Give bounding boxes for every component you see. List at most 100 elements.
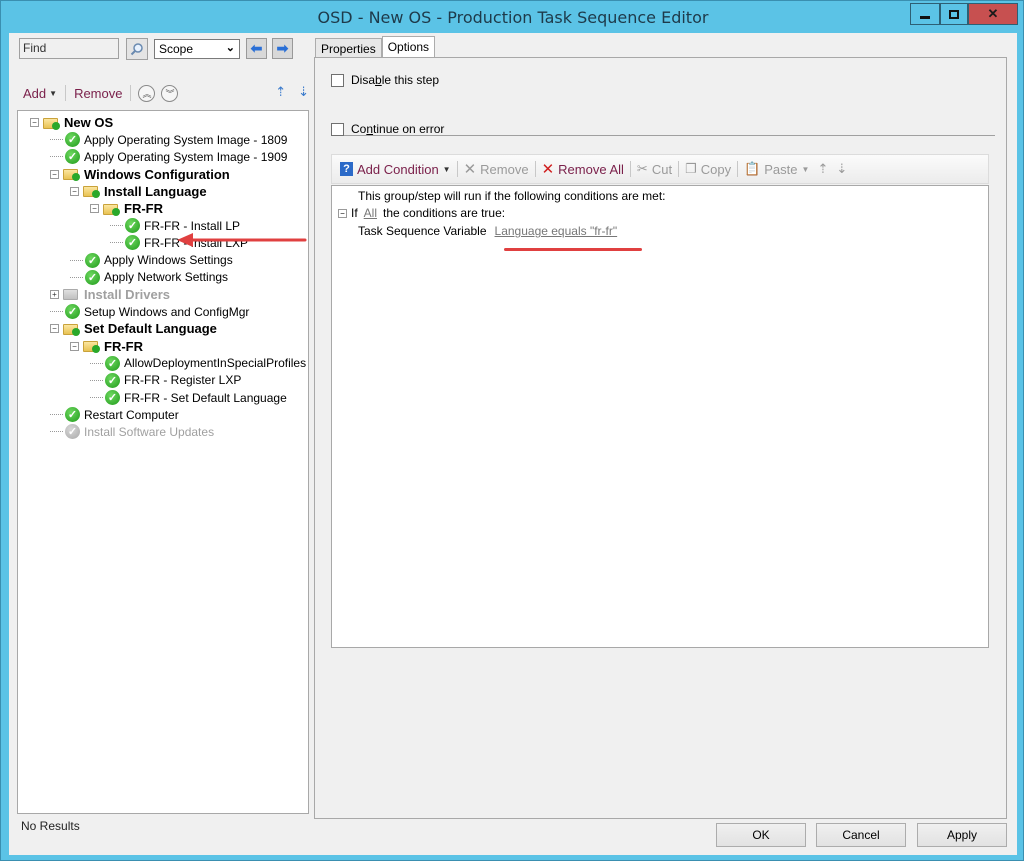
tree-group[interactable]: − Set Default Language (18, 320, 308, 337)
tree-step[interactable]: ✓ Apply Network Settings (18, 269, 308, 286)
checkmark-icon: ✓ (65, 424, 80, 440)
separator (534, 161, 536, 177)
tree-step[interactable]: ✓ FR-FR - Register LXP (18, 372, 308, 389)
condition-link[interactable]: Language equals "fr-fr" (495, 224, 618, 238)
tree-step[interactable]: ✓ Apply Operating System Image - 1909 (18, 148, 308, 165)
collapse-icon[interactable]: − (70, 186, 79, 196)
collapse-icon[interactable]: − (90, 204, 99, 214)
tree-step[interactable]: ✓ FR-FR - Set Default Language (18, 389, 308, 406)
continue-on-error-checkbox[interactable] (331, 122, 344, 136)
collapse-conditions-icon[interactable]: ⇡ (813, 161, 832, 177)
folder-icon (63, 287, 80, 301)
tree-group[interactable]: − Windows Configuration (18, 166, 308, 183)
conditions-intro: This group/step will run if the followin… (358, 189, 666, 203)
tab-strip: Properties Options (315, 36, 436, 59)
ok-button[interactable]: OK (716, 823, 806, 847)
navigate-forward-button[interactable]: ➡ (272, 38, 293, 59)
checkmark-icon: ✓ (125, 235, 140, 251)
tree-connector (110, 225, 123, 227)
tab-properties[interactable]: Properties (315, 38, 382, 58)
collapse-icon[interactable]: − (30, 118, 39, 128)
tree-step[interactable]: ✓ Setup Windows and ConfigMgr (18, 303, 308, 320)
scope-dropdown[interactable]: Scope ⌄ (154, 39, 240, 59)
tree-group[interactable]: − FR-FR (18, 200, 308, 217)
minimize-button[interactable] (910, 3, 940, 25)
continue-on-error-option[interactable]: Continue on error (331, 122, 444, 136)
tree-group[interactable]: − New OS (18, 114, 308, 131)
dropdown-arrow-icon: ▼ (442, 164, 451, 174)
remove-all-button[interactable]: ✕ Remove All (538, 160, 628, 178)
dropdown-arrow-icon: ▼ (801, 164, 810, 174)
tree-group[interactable]: − FR-FR (18, 337, 308, 354)
remove-button[interactable]: Remove (70, 86, 126, 101)
clipboard-icon: 📋 (744, 161, 761, 176)
tree-item-label: Apply Operating System Image - 1909 (84, 149, 288, 164)
options-panel: Disable this step Continue on error ? Ad… (314, 57, 1007, 819)
add-menu-button[interactable]: Add ▼ (19, 86, 61, 101)
tree-step[interactable]: ✓ Restart Computer (18, 406, 308, 423)
checkmark-icon: ✓ (65, 407, 80, 423)
condition-item-row[interactable]: Task Sequence Variable Language equals "… (358, 224, 617, 238)
tree-connector (50, 414, 63, 416)
disable-step-checkbox[interactable] (331, 73, 344, 87)
task-sequence-tree[interactable]: − New OS ✓ Apply Operating System Image - 1… (17, 110, 309, 814)
folder-icon (83, 339, 100, 354)
if-label: If (351, 206, 358, 220)
cancel-button[interactable]: Cancel (816, 823, 906, 847)
arrow-right-icon: ➡ (276, 40, 289, 56)
tree-group[interactable]: + Install Drivers (18, 286, 308, 303)
tree-item-label: Apply Operating System Image - 1809 (84, 132, 288, 147)
collapse-icon[interactable]: − (50, 324, 59, 334)
tab-options[interactable]: Options (381, 36, 436, 59)
tree-step[interactable]: ✓ Install Software Updates (18, 423, 308, 440)
find-input[interactable]: Find (19, 38, 119, 59)
tree-connector (110, 242, 123, 244)
tree-step[interactable]: ✓ FR-FR - Install LP (18, 217, 308, 234)
add-condition-button[interactable]: ? Add Condition ▼ (336, 162, 455, 177)
search-status: No Results (21, 819, 80, 833)
collapse-all-icon[interactable]: ⇡ (275, 84, 286, 100)
folder-icon (63, 322, 80, 336)
tree-item-label: FR-FR - Install LP (144, 218, 241, 233)
chevron-down-icon: ⌄ (225, 42, 235, 54)
conditions-list[interactable]: This group/step will run if the followin… (331, 185, 989, 648)
expand-conditions-icon[interactable]: ⇣ (832, 161, 851, 177)
tree-group[interactable]: − Install Language (18, 183, 308, 200)
remove-condition-button[interactable]: ✕ Remove (460, 160, 533, 178)
copy-button[interactable]: ❐ Copy (681, 161, 735, 177)
scissors-icon: ✂ (636, 161, 648, 176)
condition-group-row[interactable]: − If All the conditions are true: (338, 206, 505, 220)
collapse-icon[interactable]: − (338, 208, 347, 218)
expand-icon[interactable]: + (50, 289, 59, 299)
collapse-icon[interactable]: − (50, 169, 59, 179)
tree-connector (50, 156, 63, 158)
expand-all-icon[interactable]: ⇣ (298, 84, 309, 100)
tree-step[interactable]: ✓ Apply Windows Settings (18, 252, 308, 269)
tree-item-label: AllowDeploymentInSpecialProfiles (124, 356, 307, 371)
paste-label: Paste (764, 161, 798, 177)
folder-icon (43, 116, 60, 130)
tree-step[interactable]: ✓ AllowDeploymentInSpecialProfiles (18, 355, 308, 372)
find-button[interactable] (126, 38, 148, 60)
move-up-button[interactable]: ︽ (138, 84, 156, 102)
magnifier-icon (130, 43, 143, 56)
collapse-icon[interactable]: − (70, 341, 79, 351)
apply-button[interactable]: Apply (917, 823, 1007, 847)
condition-type: Task Sequence Variable (358, 224, 487, 238)
disable-step-option[interactable]: Disable this step (331, 73, 439, 87)
navigate-back-button[interactable]: ⬅ (246, 38, 267, 59)
checkmark-icon: ✓ (105, 355, 120, 371)
paste-button[interactable]: 📋 Paste ▼ (740, 161, 813, 177)
separator (678, 161, 680, 177)
tree-connector (50, 311, 63, 313)
maximize-button[interactable] (940, 3, 968, 25)
tree-step[interactable]: ✓ Apply Operating System Image - 1809 (18, 131, 308, 148)
all-link[interactable]: All (364, 206, 377, 220)
help-icon: ? (340, 162, 353, 176)
tree-connector (90, 362, 103, 364)
title-bar[interactable]: OSD - New OS - Production Task Sequence … (1, 1, 1024, 35)
cut-button[interactable]: ✂ Cut (633, 161, 676, 177)
tree-item-label: Apply Network Settings (104, 270, 229, 285)
move-down-button[interactable]: ︾ (161, 84, 179, 102)
close-button[interactable]: ✕ (968, 3, 1018, 25)
